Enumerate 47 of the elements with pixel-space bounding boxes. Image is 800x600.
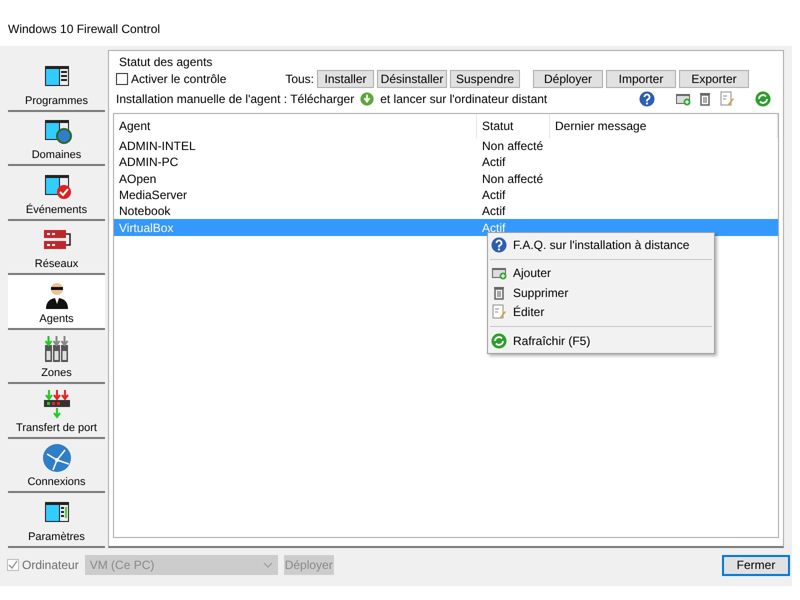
- manual-install-text: Installation manuelle de l'agent : Télécharger: [116, 92, 354, 106]
- check-mark-icon: [8, 560, 18, 570]
- edit-document-icon: [491, 304, 507, 320]
- table-row[interactable]: Notebook Actif: [114, 203, 778, 220]
- refresh-icon: [491, 332, 507, 349]
- sidebar-item[interactable]: Agents: [8, 275, 105, 330]
- column-header[interactable]: Agent: [114, 114, 477, 138]
- column-header[interactable]: Statut: [477, 114, 550, 138]
- action-button[interactable]: Importer: [606, 70, 676, 88]
- chevron-down-icon: [262, 562, 273, 568]
- action-button[interactable]: Désinstaller: [377, 70, 447, 88]
- table-row[interactable]: ADMIN-INTEL Non affecté: [114, 138, 778, 154]
- checkbox[interactable]: [116, 73, 128, 85]
- menu-item[interactable]: Rafraîchir (F5): [488, 331, 714, 350]
- sidebar-item[interactable]: Domaines: [8, 112, 105, 166]
- checkbox-label: Activer le contrôle: [131, 72, 226, 86]
- sidebar-item[interactable]: Connexions: [8, 438, 105, 493]
- trash-icon: [697, 91, 713, 107]
- table-row[interactable]: ADMIN-PC Actif: [114, 154, 778, 171]
- action-button[interactable]: Déployer: [533, 70, 603, 88]
- help-icon: [639, 91, 655, 107]
- trash-icon: [491, 284, 507, 301]
- menu-item[interactable]: Ajouter: [488, 264, 714, 283]
- manual-install-text: et lancer sur l'ordinateur distant: [380, 92, 548, 106]
- close-button[interactable]: Fermer: [722, 554, 790, 576]
- action-button[interactable]: Installer: [317, 70, 374, 88]
- sidebar-item[interactable]: Réseaux: [8, 220, 105, 275]
- menu-item[interactable]: Éditer: [488, 302, 714, 322]
- all-label: Tous:: [285, 72, 314, 86]
- download-icon: [360, 92, 374, 106]
- window-title: Windows 10 Firewall Control: [8, 22, 160, 36]
- checkbox-label: Ordinateur: [22, 558, 79, 572]
- help-icon: [491, 236, 507, 253]
- add-window-icon: [675, 91, 691, 107]
- add-window-icon: [491, 265, 507, 282]
- table-row[interactable]: AOpen Non affecté: [114, 170, 778, 187]
- menu-item[interactable]: F.A.Q. sur l'installation à distance: [488, 235, 714, 254]
- column-header[interactable]: Dernier message: [550, 114, 778, 138]
- network-globe-icon: [40, 442, 72, 474]
- edit-document-icon: [719, 91, 735, 107]
- sidebar-item[interactable]: Zones: [8, 330, 105, 384]
- table-row[interactable]: MediaServer Actif: [114, 186, 778, 204]
- menu-item[interactable]: Supprimer: [488, 283, 714, 302]
- group-title: Statut des agents: [119, 55, 214, 69]
- action-button[interactable]: Exporter: [679, 70, 749, 88]
- refresh-icon: [755, 91, 771, 107]
- action-button[interactable]: Suspendre: [450, 70, 520, 88]
